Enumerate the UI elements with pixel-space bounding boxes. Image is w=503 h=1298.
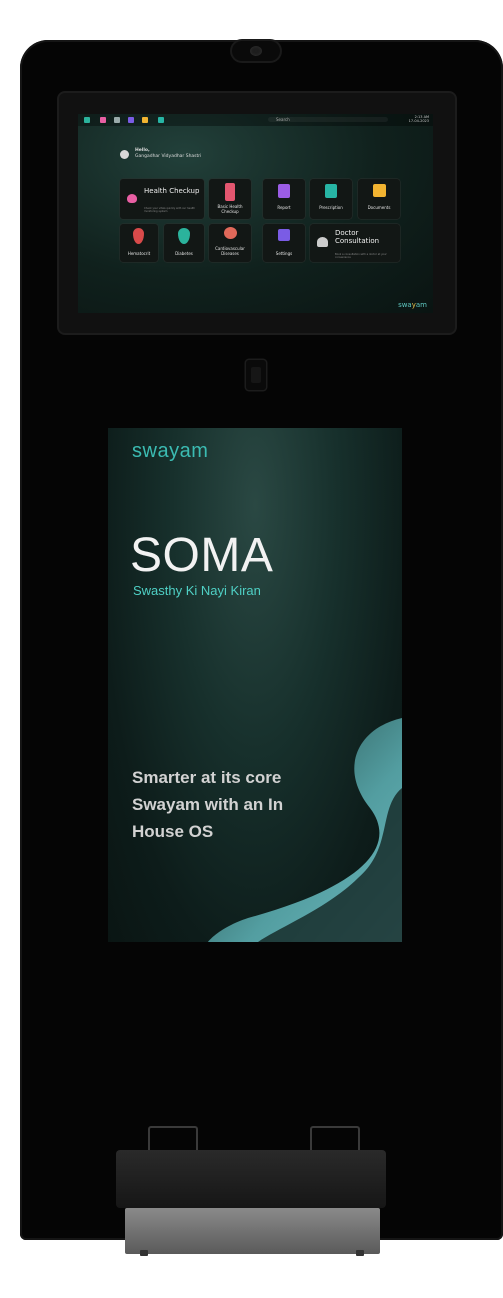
test-tube-icon (225, 183, 235, 201)
tile-basic-health-checkup[interactable]: Basic Health Checkup (209, 179, 251, 219)
diabetes-drop-icon (178, 228, 190, 244)
poster-title: SOMA (130, 529, 274, 582)
avatar[interactable] (120, 150, 129, 159)
poster-copy: Smarter at its core Swayam with an In Ho… (132, 768, 284, 841)
prescription-icon[interactable] (158, 117, 164, 123)
camera-icon (232, 41, 280, 61)
scale-handle-right (310, 1126, 360, 1152)
scale-foot (356, 1250, 364, 1256)
tile-hematocrit[interactable]: Hematocrit (120, 224, 158, 262)
tile-label: Cardiovascular Diseases (215, 246, 245, 256)
monitor-screen: Search 2:13 AM 17-04-2023 Hello, Gangadha… (78, 114, 433, 313)
tile-label: Health Checkup (144, 187, 200, 195)
poster-tagline: Swasthy Ki Nayi Kiran (133, 583, 261, 598)
tile-cardiovascular[interactable]: Cardiovascular Diseases (209, 224, 251, 262)
tile-label: Documents (367, 205, 391, 210)
heart-icon[interactable] (100, 117, 106, 123)
report-icon[interactable] (128, 117, 134, 123)
poster-brand-logo: swayam (132, 440, 209, 462)
heart-organ-icon (224, 227, 237, 239)
tile-sub: Check your vitals quickly with our healt… (144, 207, 195, 213)
report-icon (278, 184, 290, 198)
tile-sub: Book a consultation with a doctor at you… (335, 253, 387, 259)
top-bar: Search 2:13 AM 17-04-2023 (78, 114, 433, 126)
scale-foot (140, 1250, 148, 1256)
tile-doctor-consultation[interactable]: Doctor Consultation Book a consultation … (310, 224, 400, 262)
tile-label: Settings (275, 251, 293, 256)
tile-label: Prescription (319, 205, 343, 210)
tile-label: Hematocrit (127, 251, 151, 256)
doctor-icon (317, 237, 328, 247)
tile-documents[interactable]: Documents (358, 179, 400, 219)
prescription-icon (325, 184, 337, 198)
tile-prescription[interactable]: Prescription (310, 179, 352, 219)
weighing-scale-platform[interactable] (116, 1150, 386, 1208)
heart-icon (127, 194, 137, 203)
tile-label: Report (277, 205, 291, 210)
home-icon[interactable] (84, 117, 90, 123)
screen-brand-logo: swayam (398, 301, 427, 309)
weighing-scale-base (125, 1208, 380, 1254)
poster-display: swayam SOMA Swasthy Ki Nayi Kiran Smarte… (108, 428, 402, 942)
tile-diabetes[interactable]: Diabetes (164, 224, 204, 262)
tile-label: Doctor Consultation (335, 229, 380, 245)
fingerprint-sensor[interactable] (246, 360, 266, 390)
tile-label: Basic Health Checkup (217, 204, 243, 214)
search-input[interactable]: Search (268, 117, 388, 122)
wave-graphic (208, 718, 402, 942)
settings-chip-icon (278, 229, 290, 241)
users-icon[interactable] (114, 117, 120, 123)
tile-report[interactable]: Report (263, 179, 305, 219)
folder-icon[interactable] (142, 117, 148, 123)
scale-handle-left (148, 1126, 198, 1152)
folder-icon (373, 184, 386, 197)
greeting: Hello, Gangadhar Vidyadhar Shastri (135, 148, 202, 159)
tile-label: Diabetes (175, 251, 193, 256)
blood-drop-icon (133, 228, 144, 244)
tile-health-checkup[interactable]: Health Checkup Check your vitals quickly… (120, 179, 204, 219)
tile-settings[interactable]: Settings (263, 224, 305, 262)
clock: 2:13 AM 17-04-2023 (408, 115, 429, 123)
